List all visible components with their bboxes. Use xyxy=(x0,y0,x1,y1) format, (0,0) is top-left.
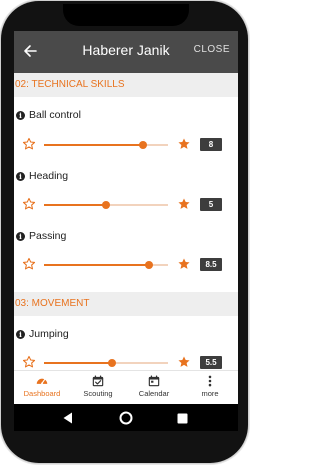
nav-label: Calendar xyxy=(138,389,170,398)
close-button[interactable]: CLOSE xyxy=(194,44,230,55)
rating-slider-track[interactable] xyxy=(44,359,168,367)
rating-slider-fill xyxy=(44,362,113,364)
skill-label: Heading xyxy=(29,170,69,182)
nav-label: more xyxy=(201,389,219,398)
rating-slider-fill xyxy=(44,144,144,146)
star-outline-icon[interactable] xyxy=(22,257,36,271)
skill-label: Ball control xyxy=(29,109,81,121)
star-filled-icon[interactable] xyxy=(177,197,191,211)
app-screen: Haberer Janik CLOSE 02: TECHNICAL SKILLS… xyxy=(14,31,238,431)
circle-home-icon xyxy=(119,411,133,425)
system-navigation-bar xyxy=(14,404,238,431)
info-icon[interactable]: i xyxy=(16,171,25,181)
calendar-check-icon xyxy=(92,375,104,387)
speedometer-icon xyxy=(36,378,48,385)
system-back-button[interactable] xyxy=(60,410,76,426)
star-filled-icon[interactable] xyxy=(177,257,191,271)
rating-value-badge: 5.5 xyxy=(200,356,222,369)
nav-scouting[interactable]: Scouting xyxy=(70,373,126,403)
page-title: Haberer Janik xyxy=(82,42,170,58)
triangle-back-icon xyxy=(63,412,72,424)
rating-row-jumping: 5.5 xyxy=(14,355,238,370)
nav-label: Dashboard xyxy=(23,389,61,398)
star-filled-icon[interactable] xyxy=(177,137,191,151)
arrow-left-icon xyxy=(24,45,37,57)
skill-ball-control: i Ball control xyxy=(16,108,81,122)
square-overview-icon xyxy=(177,413,187,423)
more-vertical-icon xyxy=(208,375,212,387)
skill-passing: i Passing xyxy=(16,229,66,243)
nav-more[interactable]: more xyxy=(182,373,238,403)
section-header-technical-skills: 02: TECHNICAL SKILLS xyxy=(14,73,238,97)
rating-row-ball-control: 8 xyxy=(14,137,238,153)
nav-label: Scouting xyxy=(83,389,113,398)
app-bar: Haberer Janik CLOSE xyxy=(14,31,238,73)
rating-slider-thumb[interactable] xyxy=(108,359,117,367)
back-button[interactable] xyxy=(16,37,44,65)
info-icon[interactable]: i xyxy=(16,329,25,339)
star-filled-icon[interactable] xyxy=(177,355,191,369)
rating-slider-thumb[interactable] xyxy=(139,141,148,149)
star-outline-icon[interactable] xyxy=(22,137,36,151)
skill-label: Jumping xyxy=(29,328,69,340)
rating-slider-fill xyxy=(44,204,106,206)
rating-slider-thumb[interactable] xyxy=(102,201,110,209)
rating-slider-track[interactable] xyxy=(44,261,168,269)
star-outline-icon[interactable] xyxy=(22,355,36,369)
phone-frame: Haberer Janik CLOSE 02: TECHNICAL SKILLS… xyxy=(1,1,248,463)
system-overview-button[interactable] xyxy=(174,410,190,426)
rating-slider-track[interactable] xyxy=(44,201,168,209)
system-home-button[interactable] xyxy=(118,410,134,426)
star-outline-icon[interactable] xyxy=(22,197,36,211)
info-icon[interactable]: i xyxy=(16,110,25,120)
nav-dashboard[interactable]: Dashboard xyxy=(14,373,70,403)
rating-row-heading: 5 xyxy=(14,197,238,213)
skills-content[interactable]: 02: TECHNICAL SKILLS i Ball control 8 i … xyxy=(14,73,238,370)
section-header-movement: 03: MOVEMENT xyxy=(14,292,238,316)
rating-value-badge: 8.5 xyxy=(200,258,222,271)
rating-row-passing: 8.5 xyxy=(14,257,238,273)
bottom-navigation: Dashboard Scouting Calendar more xyxy=(14,370,238,404)
rating-slider-track[interactable] xyxy=(44,141,168,149)
rating-slider-fill xyxy=(44,264,150,266)
phone-notch xyxy=(63,4,189,26)
info-icon[interactable]: i xyxy=(16,231,25,241)
rating-value-badge: 5 xyxy=(200,198,222,211)
rating-slider-thumb[interactable] xyxy=(145,261,154,269)
calendar-icon xyxy=(148,375,160,387)
skill-heading: i Heading xyxy=(16,169,68,183)
nav-calendar[interactable]: Calendar xyxy=(126,373,182,403)
skill-jumping: i Jumping xyxy=(16,327,69,341)
rating-value-badge: 8 xyxy=(200,138,222,151)
skill-label: Passing xyxy=(29,230,67,242)
